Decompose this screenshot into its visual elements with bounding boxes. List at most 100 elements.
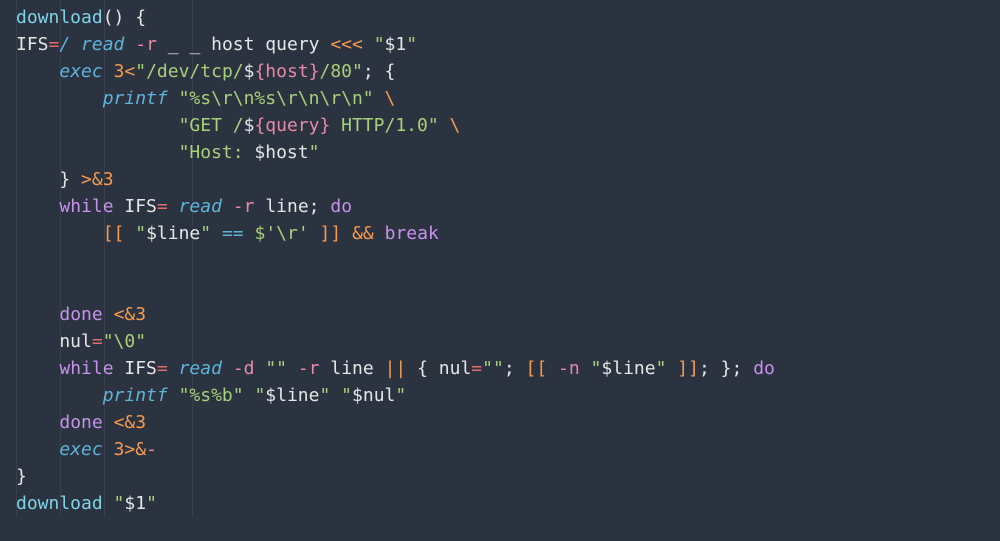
token-punc [515, 358, 526, 379]
token-punc [103, 439, 114, 460]
token-punc [103, 304, 114, 325]
code-line: IFS=/ read -r _ _ host query <<< "$1" [16, 34, 417, 55]
token-str: "\0" [103, 331, 146, 352]
token-op-red: = [49, 34, 60, 55]
token-bs: \ [385, 88, 396, 109]
token-punc [16, 304, 59, 325]
token-var: { nul [406, 358, 471, 379]
token-var: line [254, 196, 308, 217]
token-str: " [114, 493, 125, 514]
code-line: done <&3 [16, 304, 146, 325]
token-punc [16, 250, 27, 271]
token-punc: } [710, 358, 732, 379]
token-punc: ; [699, 358, 710, 379]
token-redir: >& [124, 439, 146, 460]
token-punc [287, 358, 298, 379]
token-punc [16, 277, 27, 298]
code-line: while IFS= read -r line; do [16, 196, 352, 217]
token-punc [374, 88, 385, 109]
token-punc [254, 358, 265, 379]
token-punc: ; [732, 358, 743, 379]
token-punc [222, 358, 233, 379]
token-punc [16, 196, 59, 217]
token-punc [16, 142, 179, 163]
token-punc [168, 196, 179, 217]
token-assign: IFS [114, 196, 157, 217]
token-punc [222, 196, 233, 217]
code-line [16, 277, 27, 298]
token-str: "/dev/tcp/ [135, 61, 243, 82]
token-str: "" [265, 358, 287, 379]
token-punc [168, 358, 179, 379]
token-redir: < [124, 61, 135, 82]
token-punc [16, 61, 59, 82]
token-str: \r [276, 223, 298, 244]
token-str: ' [298, 223, 309, 244]
token-punc [363, 34, 374, 55]
token-ctrl: do [330, 196, 352, 217]
token-str: "" [482, 358, 504, 379]
token-punc [168, 88, 179, 109]
token-var: line [320, 358, 385, 379]
token-str: "Host: [179, 142, 255, 163]
token-var: _ _ host query [157, 34, 330, 55]
code-line: printf "%s\r\n%s\r\n\r\n" \ [16, 88, 395, 109]
token-kw: exec [59, 61, 102, 82]
token-var: nul [16, 331, 92, 352]
token-redir: <<< [330, 34, 363, 55]
token-flag: -r [298, 358, 320, 379]
token-punc: ; [504, 358, 515, 379]
token-flag: -d [233, 358, 255, 379]
token-str: " [395, 385, 406, 406]
token-punc [341, 223, 352, 244]
token-flag: -r [135, 34, 157, 55]
token-punc: ; [309, 196, 320, 217]
token-punc [16, 439, 59, 460]
token-str: " [656, 358, 667, 379]
token-punc [320, 196, 331, 217]
token-slash: / [59, 34, 70, 55]
token-punc [211, 223, 222, 244]
token-punc [70, 34, 81, 55]
token-dbrk: ]] [320, 223, 342, 244]
token-kw: exec [59, 439, 102, 460]
code-line: download "$1" [16, 493, 157, 514]
token-str: " [406, 34, 417, 55]
token-punc [374, 223, 385, 244]
token-kw: read [179, 196, 222, 217]
token-op-red: = [471, 358, 482, 379]
token-punc: } [16, 169, 81, 190]
token-interp: $line [601, 358, 655, 379]
token-bs: \ [450, 115, 461, 136]
token-punc [439, 115, 450, 136]
token-ctrl: break [385, 223, 439, 244]
token-punc [168, 385, 179, 406]
token-punc [244, 223, 255, 244]
code-line: done <&3 [16, 412, 146, 433]
token-logop: || [385, 358, 407, 379]
token-punc [16, 88, 103, 109]
token-str: " [309, 142, 320, 163]
token-punc: } [16, 466, 27, 487]
token-assign: IFS [16, 34, 49, 55]
token-punc [16, 385, 103, 406]
token-str: " [135, 223, 146, 244]
token-str: "%s\r\n%s\r\n\r\n" [179, 88, 374, 109]
token-op-red: = [92, 331, 103, 352]
token-dbrk: [[ [103, 223, 125, 244]
token-interp: $line [265, 385, 319, 406]
token-kw: read [179, 358, 222, 379]
token-func: download [16, 7, 103, 28]
token-str: " [319, 385, 330, 406]
token-kw: printf [103, 88, 168, 109]
token-kw: printf [103, 385, 168, 406]
code-editor[interactable]: download() { IFS=/ read -r _ _ host quer… [0, 0, 1000, 517]
token-punc [742, 358, 753, 379]
token-interp: $1 [124, 493, 146, 514]
code-line: [[ "$line" == $'\r' ]] && break [16, 223, 439, 244]
token-punc [16, 223, 103, 244]
token-interp: $1 [385, 34, 407, 55]
code-line [16, 250, 27, 271]
token-dbrk: [[ [526, 358, 548, 379]
token-interp: $ [244, 115, 255, 136]
